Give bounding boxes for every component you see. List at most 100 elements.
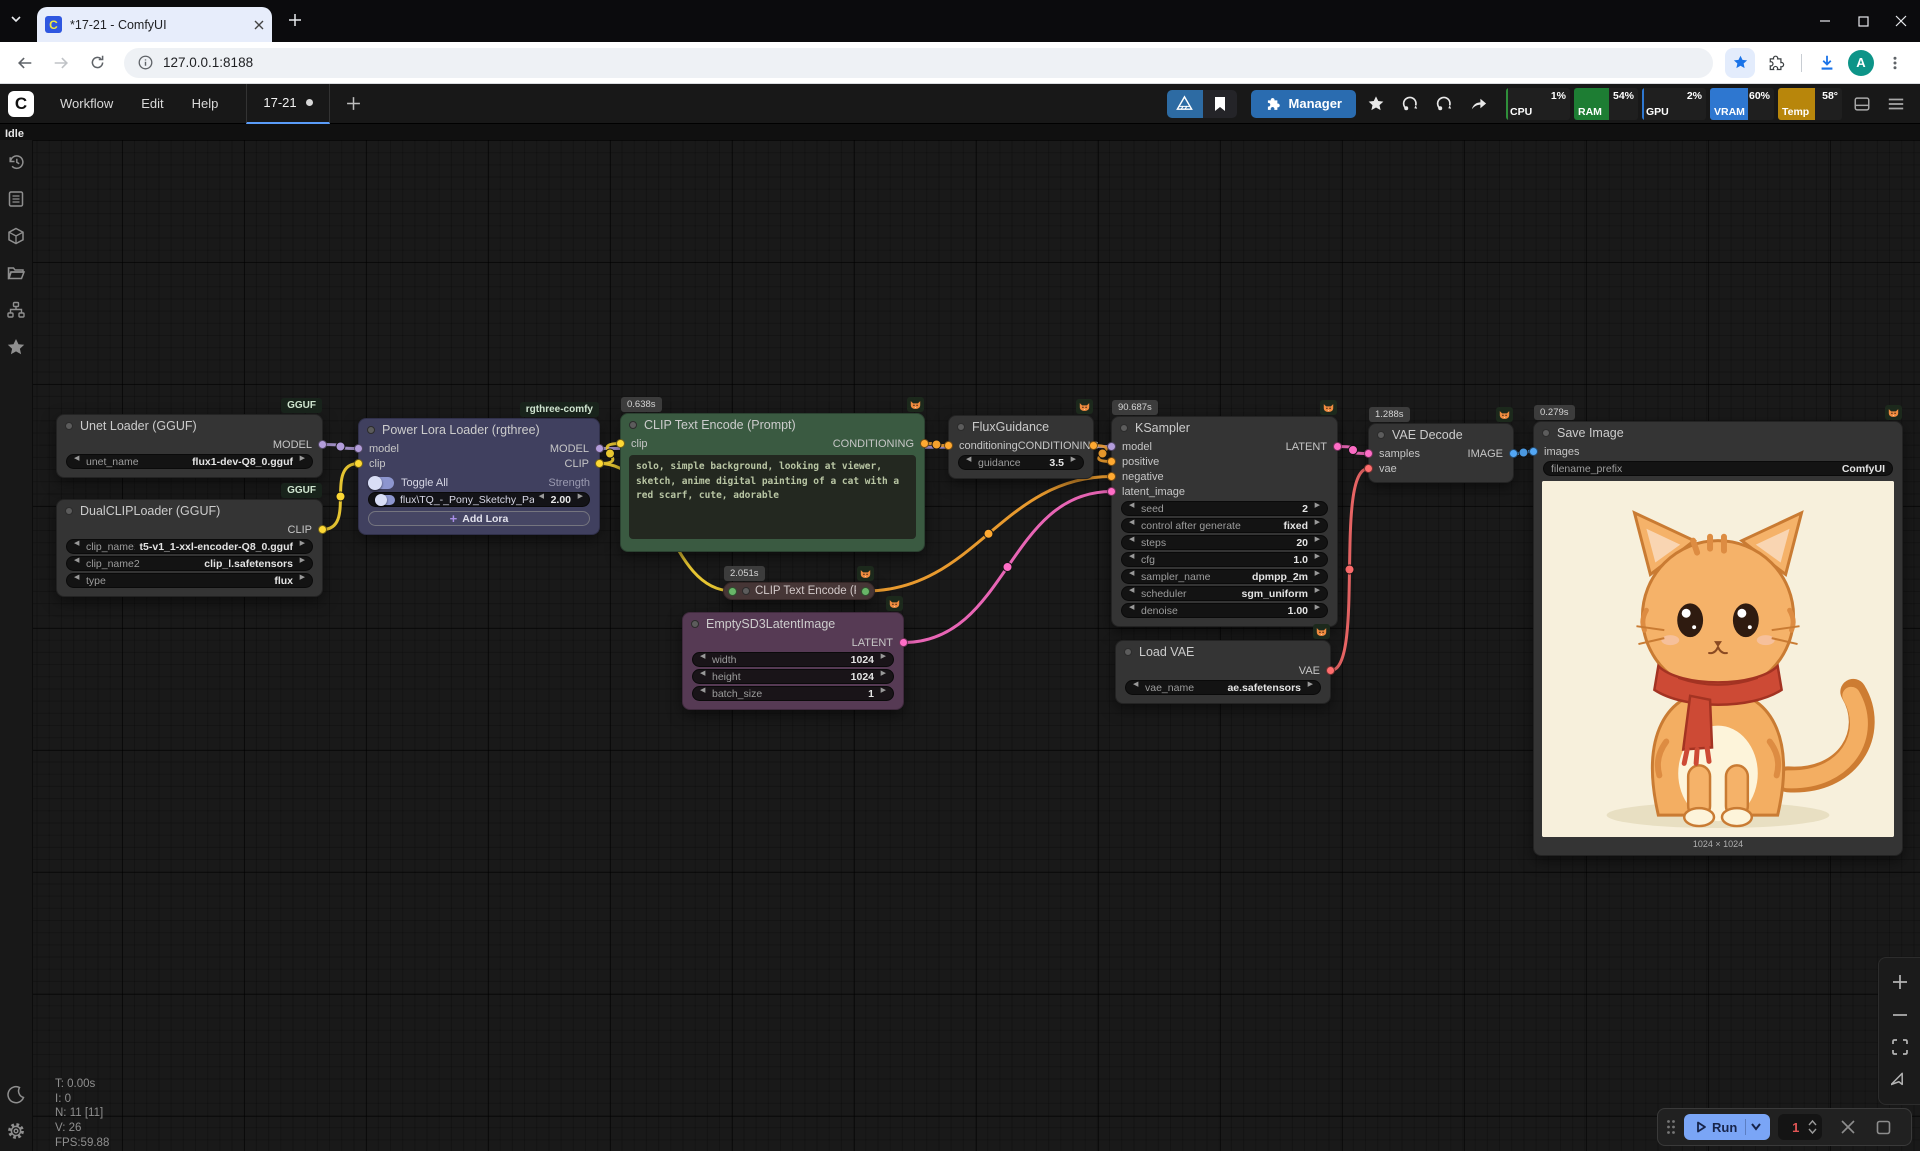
url-bar[interactable]: 127.0.0.1:8188 <box>124 47 1713 78</box>
increment-arrow-icon[interactable] <box>298 454 305 466</box>
node-header[interactable]: CLIP Text Encode (Prompt) <box>621 414 924 436</box>
widget-type[interactable]: type flux <box>66 573 313 588</box>
tab-search-icon[interactable] <box>10 13 22 25</box>
run-button[interactable]: Run <box>1684 1114 1771 1140</box>
port-dot[interactable] <box>1364 464 1373 473</box>
decrement-arrow-icon[interactable] <box>1129 552 1136 564</box>
menu-help[interactable]: Help <box>178 84 233 124</box>
increment-arrow-icon[interactable] <box>879 669 886 681</box>
decrement-arrow-icon[interactable] <box>74 573 81 585</box>
link-midpoint-dot[interactable] <box>1518 447 1529 458</box>
widget-control-after-generate[interactable]: control after generate fixed <box>1121 518 1328 533</box>
node-header[interactable]: Unet Loader (GGUF) <box>57 415 322 437</box>
link-midpoint-dot[interactable] <box>1097 448 1108 459</box>
increment-arrow-icon[interactable] <box>879 652 886 664</box>
decrement-arrow-icon[interactable] <box>1129 518 1136 530</box>
port-dot[interactable] <box>318 440 327 449</box>
profile-avatar[interactable]: A <box>1848 49 1874 76</box>
theme-moon-icon[interactable] <box>6 1085 26 1105</box>
link-midpoint-dot[interactable] <box>605 448 615 459</box>
prompt-textarea[interactable]: solo, simple background, looking at view… <box>629 455 916 539</box>
increment-arrow-icon[interactable] <box>1313 501 1320 513</box>
templates-star-icon[interactable] <box>6 337 26 357</box>
workflow-tab[interactable]: 17-21 <box>246 83 330 124</box>
new-workflow-icon[interactable] <box>346 96 361 111</box>
decrement-arrow-icon[interactable] <box>700 686 707 698</box>
back-button[interactable] <box>10 48 40 78</box>
widget-width[interactable]: width 1024 <box>692 652 894 667</box>
port-dot[interactable] <box>944 441 953 450</box>
toggle-all-switch[interactable] <box>368 475 394 490</box>
increment-arrow-icon[interactable] <box>1313 603 1320 615</box>
node-library-icon[interactable] <box>6 300 26 320</box>
add-lora-button[interactable]: Add Lora <box>368 511 590 526</box>
comfyui-logo[interactable]: C <box>8 90 34 117</box>
port-dot[interactable] <box>1529 447 1538 456</box>
collapse-dot[interactable] <box>65 507 73 515</box>
drag-handle-icon[interactable] <box>1666 1119 1676 1135</box>
node-clip-neg[interactable]: 2.051s CLIP Text Encode (Pr <box>723 566 875 600</box>
link-midpoint-dot[interactable] <box>1002 562 1013 572</box>
clear-queue-icon[interactable] <box>1840 1119 1856 1135</box>
node-header[interactable]: FluxGuidance <box>949 416 1093 438</box>
node-unet-loader[interactable]: GGUF Unet Loader (GGUF) MODEL unet_name flux… <box>56 398 327 478</box>
select-cursor-icon[interactable] <box>1890 1071 1909 1089</box>
decrement-arrow-icon[interactable] <box>1129 535 1136 547</box>
widget-sampler-name[interactable]: sampler_name dpmpp_2m <box>1121 569 1328 584</box>
run-options-chevron-icon[interactable] <box>1746 1122 1766 1132</box>
widget-batch-size[interactable]: batch_size 1 <box>692 686 894 701</box>
collapse-dot[interactable] <box>1124 648 1132 656</box>
node-save-image[interactable]: 0.279s Save Image images filename_prefix Com… <box>1529 405 1903 856</box>
decrement-arrow-icon[interactable] <box>74 454 81 466</box>
decrement-arrow-icon[interactable] <box>1133 680 1140 692</box>
increment-arrow-icon[interactable] <box>1069 455 1076 467</box>
port-dot[interactable] <box>354 444 363 453</box>
share-loop-icon[interactable] <box>1396 90 1424 118</box>
widget-clip-name2[interactable]: clip_name2 clip_l.safetensors <box>66 556 313 571</box>
link-midpoint-dot[interactable] <box>983 528 994 539</box>
window-minimize-button[interactable] <box>1806 0 1844 42</box>
collapse-dot[interactable] <box>65 422 73 430</box>
link-midpoint-dot[interactable] <box>335 441 346 452</box>
share-arrow-icon[interactable] <box>1464 90 1492 118</box>
bookmark-workflow-button[interactable] <box>1202 89 1237 118</box>
node-header[interactable]: DualCLIPLoader (GGUF) <box>57 500 322 522</box>
port-dot[interactable] <box>1107 487 1116 496</box>
node-header[interactable]: EmptySD3LatentImage <box>683 613 903 635</box>
node-header[interactable]: Save Image <box>1534 422 1902 444</box>
browser-tab[interactable]: C *17-21 - ComfyUI <box>37 7 272 42</box>
zoom-in-icon[interactable] <box>1891 973 1909 991</box>
port-dot[interactable] <box>1089 441 1098 450</box>
decrement-arrow-icon[interactable] <box>539 492 546 504</box>
model-library-icon[interactable] <box>6 226 26 246</box>
downloads-icon[interactable] <box>1812 48 1842 78</box>
widget-cfg[interactable]: cfg 1.0 <box>1121 552 1328 567</box>
node-vae-decode[interactable]: 1.288s VAE Decode samples IMAGE vae <box>1364 407 1518 483</box>
port-dot[interactable] <box>861 586 870 596</box>
node-header[interactable]: Power Lora Loader (rgthree) <box>359 419 599 441</box>
node-ksampler[interactable]: 90.687s KSampler model LATENT positive negati… <box>1107 400 1342 627</box>
collapse-dot[interactable] <box>1542 429 1550 437</box>
port-dot[interactable] <box>1107 472 1116 481</box>
port-dot[interactable] <box>728 586 737 596</box>
menu-edit[interactable]: Edit <box>127 84 177 124</box>
widget-seed[interactable]: seed 2 <box>1121 501 1328 516</box>
widget-steps[interactable]: steps 20 <box>1121 535 1328 550</box>
port-dot[interactable] <box>595 459 604 468</box>
node-power-lora[interactable]: rgthree-comfy Power Lora Loader (rgthree)… <box>354 402 604 535</box>
widget-clip-name1[interactable]: clip_name1 t5-v1_1-xxl-encoder-Q8_0.gguf <box>66 539 313 554</box>
collapse-dot[interactable] <box>367 426 375 434</box>
decrement-arrow-icon[interactable] <box>1129 586 1136 598</box>
increment-arrow-icon[interactable] <box>298 573 305 585</box>
increment-arrow-icon[interactable] <box>1313 535 1320 547</box>
window-maximize-button[interactable] <box>1844 0 1882 42</box>
share-loop-icon-2[interactable] <box>1430 90 1458 118</box>
url-text[interactable]: 127.0.0.1:8188 <box>163 55 253 70</box>
new-tab-icon[interactable] <box>288 13 302 27</box>
port-dot[interactable] <box>595 444 604 453</box>
node-graph-canvas[interactable]: GGUFUnet Loader (GGUF)MODELunet_nameflux… <box>0 140 1920 1151</box>
settings-gear-icon[interactable] <box>6 1121 26 1141</box>
decrement-arrow-icon[interactable] <box>1129 501 1136 513</box>
window-close-button[interactable] <box>1882 0 1920 42</box>
site-info-icon[interactable] <box>138 55 153 70</box>
